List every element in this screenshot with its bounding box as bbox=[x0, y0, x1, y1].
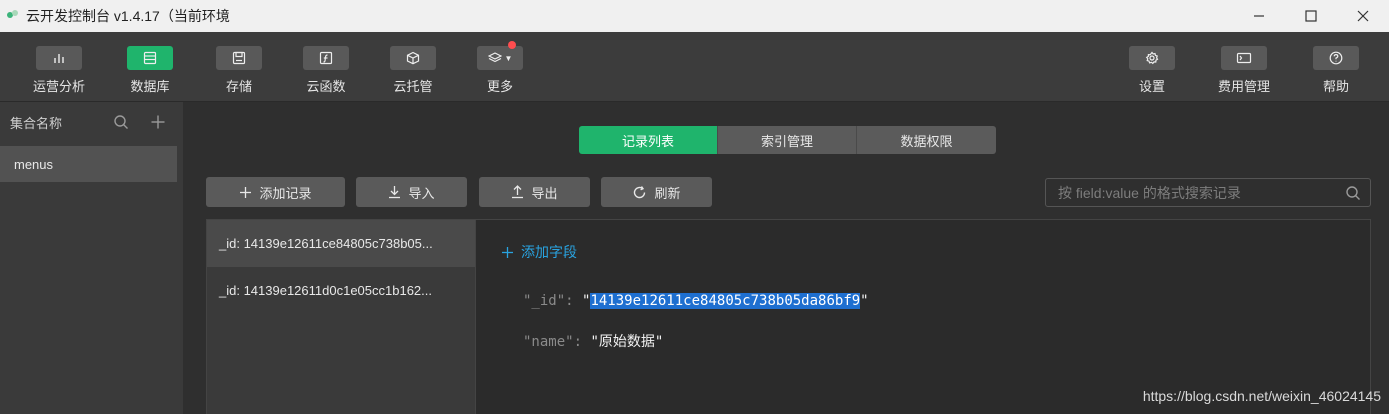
maximize-icon bbox=[1305, 10, 1317, 22]
watermark-url: https://blog.csdn.net/weixin_46024145 bbox=[1142, 388, 1381, 404]
tab-record-list[interactable]: 记录列表 bbox=[579, 126, 718, 154]
records-panel: _id: 14139e12611ce84805c738b05... _id: 1… bbox=[206, 219, 1371, 414]
tool-label: 运营分析 bbox=[32, 79, 85, 94]
collection-item-label: menus bbox=[14, 156, 54, 172]
layers-icon bbox=[487, 52, 502, 63]
search-icon[interactable] bbox=[1345, 185, 1361, 206]
refresh-icon bbox=[634, 185, 646, 198]
tool-more[interactable]: ▼ 更多 bbox=[465, 41, 535, 96]
record-search bbox=[1045, 178, 1371, 207]
tool-label: 存储 bbox=[225, 79, 252, 94]
tool-label: 数据库 bbox=[130, 79, 170, 94]
tool-label: 更多 bbox=[486, 79, 513, 94]
minimize-button[interactable] bbox=[1233, 0, 1285, 32]
field-key: "_id" bbox=[523, 293, 566, 309]
import-label: 导入 bbox=[408, 185, 435, 201]
collection-header-label: 集合名称 bbox=[10, 115, 63, 131]
tool-label: 云函数 bbox=[306, 79, 346, 94]
record-list: _id: 14139e12611ce84805c738b05... _id: 1… bbox=[207, 220, 476, 414]
export-label: 导出 bbox=[531, 185, 558, 201]
collection-item-menus[interactable]: menus bbox=[0, 146, 177, 182]
field-quote: " bbox=[860, 293, 869, 309]
field-quote: " bbox=[590, 334, 599, 350]
minimize-icon bbox=[1254, 15, 1264, 17]
field-row-name[interactable]: "name": "原始数据" bbox=[523, 331, 663, 351]
record-detail: 添加字段 "_id": "14139e12611ce84805c738b05da… bbox=[477, 220, 1370, 414]
tool-label: 云托管 bbox=[393, 79, 433, 94]
cube-icon bbox=[406, 51, 420, 65]
tab-data-permissions[interactable]: 数据权限 bbox=[857, 126, 996, 154]
record-item[interactable]: _id: 14139e12611d0c1e05cc1b162... bbox=[207, 267, 475, 314]
gear-icon bbox=[1145, 51, 1159, 65]
field-row-id[interactable]: "_id": "14139e12611ce84805c738b05da86bf9… bbox=[523, 293, 869, 309]
database-icon bbox=[143, 51, 157, 65]
tool-billing[interactable]: 费用管理 bbox=[1209, 46, 1279, 96]
field-value[interactable]: 原始数据 bbox=[599, 334, 655, 350]
help-icon bbox=[1329, 51, 1343, 65]
add-field-label: 添加字段 bbox=[521, 244, 577, 260]
plus-icon bbox=[502, 246, 513, 258]
tool-label: 帮助 bbox=[1322, 79, 1349, 94]
field-colon: : bbox=[573, 334, 591, 350]
add-field-button[interactable]: 添加字段 bbox=[501, 242, 577, 262]
tool-cloud-function[interactable]: 云函数 bbox=[291, 46, 361, 96]
billing-icon bbox=[1236, 52, 1252, 64]
plus-icon bbox=[240, 186, 252, 198]
field-key: "name" bbox=[523, 334, 574, 350]
import-button[interactable]: 导入 bbox=[356, 177, 467, 207]
refresh-button[interactable]: 刷新 bbox=[601, 177, 712, 207]
app-logo-icon bbox=[6, 9, 20, 23]
tool-analytics[interactable]: 运营分析 bbox=[24, 46, 94, 96]
tool-settings[interactable]: 设置 bbox=[1117, 46, 1187, 96]
add-collection-icon[interactable] bbox=[150, 114, 166, 133]
field-value-selected[interactable]: 14139e12611ce84805c738b05da86bf9 bbox=[590, 293, 861, 309]
field-quote: " bbox=[654, 334, 664, 350]
record-item[interactable]: _id: 14139e12611ce84805c738b05... bbox=[207, 220, 475, 267]
export-icon bbox=[512, 185, 524, 199]
window-title: 云开发控制台 v1.4.17（当前环境 bbox=[26, 8, 230, 24]
close-icon bbox=[1357, 10, 1369, 22]
close-button[interactable] bbox=[1337, 0, 1389, 32]
function-icon bbox=[319, 51, 333, 65]
import-icon bbox=[389, 186, 401, 199]
search-icon[interactable] bbox=[113, 114, 129, 133]
tool-database[interactable]: 数据库 bbox=[115, 46, 185, 96]
view-tabs: 记录列表 索引管理 数据权限 bbox=[579, 126, 996, 154]
field-colon: : bbox=[565, 293, 583, 309]
bar-chart-icon bbox=[54, 54, 64, 63]
tool-storage[interactable]: 存储 bbox=[204, 46, 274, 96]
notification-badge bbox=[508, 41, 516, 49]
refresh-label: 刷新 bbox=[654, 185, 681, 201]
collection-header: 集合名称 bbox=[0, 102, 183, 142]
storage-icon bbox=[232, 51, 246, 65]
add-record-button[interactable]: 添加记录 bbox=[206, 177, 345, 207]
tool-help[interactable]: 帮助 bbox=[1301, 46, 1371, 96]
chevron-down-icon: ▼ bbox=[504, 53, 513, 63]
tool-cloud-hosting[interactable]: 云托管 bbox=[378, 46, 448, 96]
export-button[interactable]: 导出 bbox=[479, 177, 590, 207]
tool-label: 费用管理 bbox=[1217, 79, 1270, 94]
window-controls bbox=[1233, 0, 1389, 32]
maximize-button[interactable] bbox=[1285, 0, 1337, 32]
record-search-input[interactable] bbox=[1058, 184, 1338, 201]
main-toolbar: 运营分析 数据库 存储 云函数 云托管 ▼ 更多 设置 费用管理 帮助 bbox=[0, 32, 1389, 102]
collection-sidebar: 集合名称 menus bbox=[0, 102, 183, 414]
title-bar: 云开发控制台 v1.4.17（当前环境 bbox=[0, 0, 1389, 32]
add-record-label: 添加记录 bbox=[259, 185, 312, 201]
tool-label: 设置 bbox=[1138, 79, 1165, 94]
tab-index-management[interactable]: 索引管理 bbox=[718, 126, 857, 154]
